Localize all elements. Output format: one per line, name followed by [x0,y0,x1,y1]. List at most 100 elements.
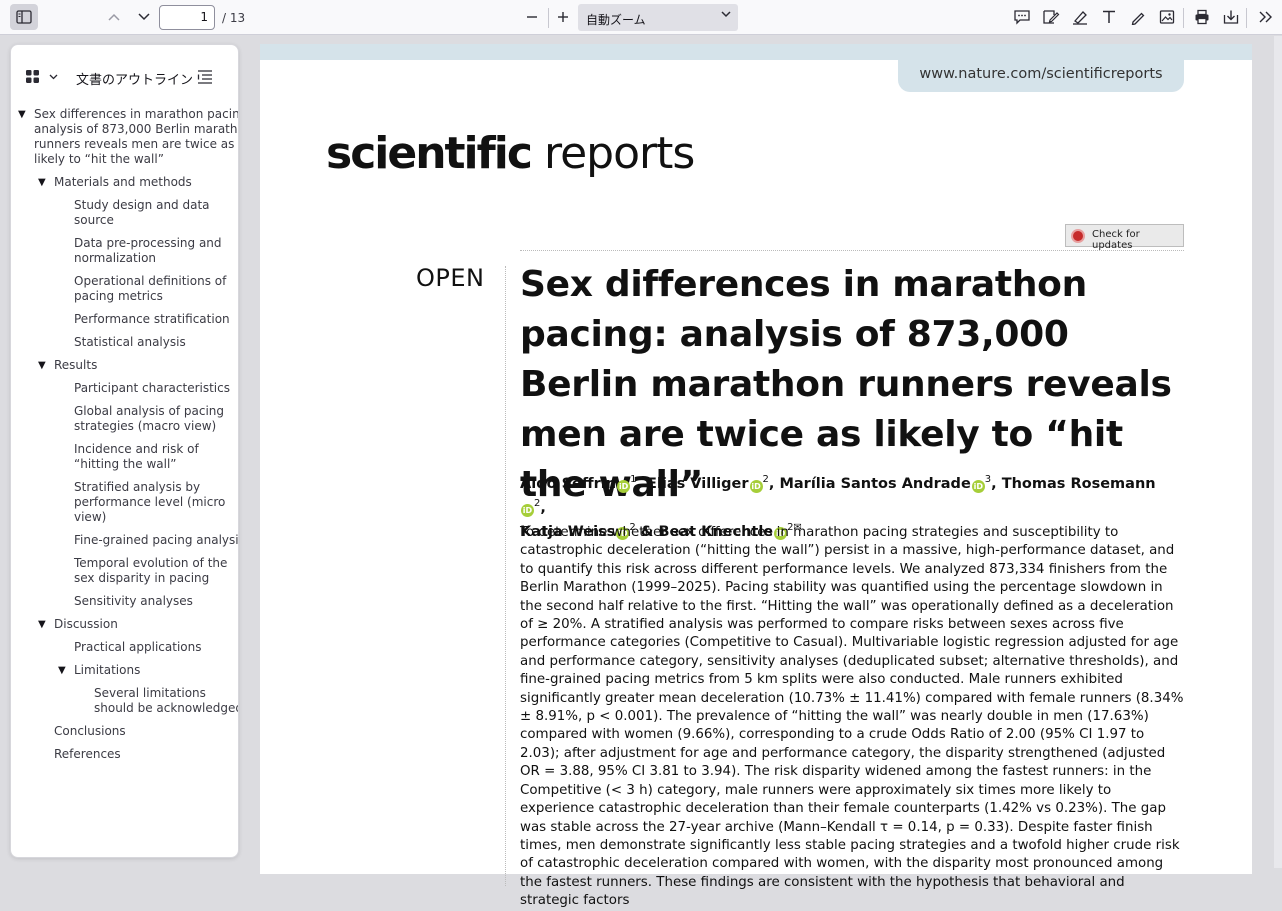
list-tree-icon [197,70,212,84]
outline-item-line: source [74,213,114,227]
outline-item-line: Conclusions [54,724,126,738]
outline-item-line: likely to “hit the wall” [34,152,164,166]
collapse-toggle-icon[interactable]: ▼ [38,177,46,188]
text-button[interactable] [1095,4,1123,30]
sidebar-toggle-button[interactable] [10,4,38,30]
outline-item[interactable]: Several limitations should be acknowledge… [94,686,238,716]
outline-item[interactable]: Performance stratification [74,312,238,327]
zoom-out-button[interactable] [518,4,546,30]
toolbar-separator [1246,8,1247,28]
collapse-toggle-icon[interactable]: ▼ [38,360,46,371]
collapse-toggle-icon[interactable]: ▼ [38,619,46,630]
outline-item[interactable]: Temporal evolution of the sex disparity i… [74,556,238,586]
outline-item[interactable]: Conclusions [54,724,238,739]
outline-item[interactable]: Global analysis of pacing strategies (mac… [74,404,238,434]
outline-item[interactable]: References [54,747,238,762]
author-separator: , [540,499,546,516]
download-icon [1223,10,1239,24]
vertical-scrollbar[interactable] [1274,36,1282,868]
outline-item-line: References [54,747,121,761]
minus-icon [527,16,537,18]
outline-item[interactable]: Fine-grained pacing analysis [74,533,238,548]
comment-icon [1014,10,1030,25]
outline-item-line: Statistical analysis [74,335,186,349]
page-total-label: / 13 [222,11,246,25]
page-number-input[interactable]: 1 [159,5,215,30]
outline-item-line: performance level (micro [74,495,226,509]
collapse-toggle-icon[interactable]: ▼ [58,665,66,676]
draw-button[interactable] [1124,4,1152,30]
zoom-in-button[interactable] [549,4,577,30]
journal-logo-light: reports [543,128,695,179]
plus-icon [558,12,568,22]
image-button[interactable] [1153,4,1181,30]
outline-item[interactable]: Operational definitions of pacing metrics [74,274,238,304]
abstract: To determine whether sex differences in … [520,525,1184,909]
vertical-dotted-divider [505,266,506,886]
outline-item-line: Limitations [74,663,141,677]
outline-item[interactable]: Sensitivity analyses [74,594,238,609]
outline-item[interactable]: Materials and methods [54,175,238,190]
more-tools-button[interactable] [1251,4,1279,30]
outline-item[interactable]: Incidence and risk of “hitting the wall” [74,442,238,472]
outline-item-line: Sensitivity analyses [74,594,193,608]
sidebar-title: 文書のアウトライン [76,73,194,88]
author-name[interactable]: Thomas Rosemann [1002,476,1156,492]
author-separator: , [991,475,1002,492]
header-band [260,44,1252,60]
journal-logo-bold: scientific [326,128,533,179]
orcid-icon[interactable]: iD [521,503,534,517]
outline-item-line: Global analysis of pacing [74,404,224,418]
orcid-icon[interactable]: iD [971,479,985,493]
outline-item-line: runners reveals men are twice as [34,137,235,151]
pencil-icon [1131,12,1145,25]
outline-item-line: Fine-grained pacing analysis [74,533,239,547]
outline-item-line: Study design and data [74,198,210,212]
outline-item[interactable]: Sex differences in marathon pacing: analy… [34,107,238,167]
save-button[interactable] [1217,4,1245,30]
outline-item[interactable]: Participant characteristics [74,381,238,396]
author-name[interactable]: Elias Villiger [647,476,749,492]
author-separator: , [768,475,780,492]
outline-item-line: sex disparity in pacing [74,571,210,585]
outline-item-line: Several limitations [94,686,206,700]
previous-page-button[interactable] [100,4,128,30]
signature-button[interactable] [1037,4,1065,30]
sidebar-view-selector[interactable] [25,69,59,89]
collapse-toggle-icon[interactable]: ▼ [18,109,26,120]
check-for-updates-button[interactable]: Check for updates [1065,224,1184,251]
author-name[interactable]: Marília Santos Andrade [779,476,970,492]
outline-item[interactable]: Results [54,358,238,373]
highlighter-icon [1073,11,1087,25]
outline-item[interactable]: Statistical analysis [74,335,238,350]
chevron-up-icon [108,13,120,21]
outline-item[interactable]: Limitations [74,663,238,678]
print-button[interactable] [1188,4,1216,30]
outline-item-line: “hitting the wall” [74,457,177,471]
outline-item[interactable]: Practical applications [74,640,238,655]
outline-options-button[interactable] [197,69,215,89]
orcid-icon[interactable]: iD [749,479,763,493]
outline-item[interactable]: Discussion [54,617,238,632]
highlight-button[interactable] [1066,4,1094,30]
journal-url[interactable]: www.nature.com/scientificreports [898,60,1184,92]
next-page-button[interactable] [130,4,158,30]
comment-button[interactable] [1008,4,1036,30]
outline-item-line: Practical applications [74,640,202,654]
image-icon [1159,10,1175,24]
outline-item-line: view) [74,510,107,524]
outline-item[interactable]: Study design and data source [74,198,238,228]
outline-item-line: Operational definitions of [74,274,227,288]
author-name[interactable]: Aldo Seffrin [520,476,616,492]
outline-item-line: Sex differences in marathon pacing: [34,107,239,121]
zoom-select[interactable]: 自動ズーム [578,4,738,31]
text-icon [1103,10,1115,23]
outline-item[interactable]: Stratified analysis by performance level … [74,480,238,525]
outline-item-line: strategies (macro view) [74,419,217,433]
chevron-down-icon [138,13,150,21]
outline-item[interactable]: Data pre-processing and normalization [74,236,238,266]
zoom-select-value: 自動ズーム [586,13,646,27]
outline-item-line: Discussion [54,617,118,631]
chevron-down-icon [720,8,732,24]
orcid-icon[interactable]: iD [617,479,631,493]
